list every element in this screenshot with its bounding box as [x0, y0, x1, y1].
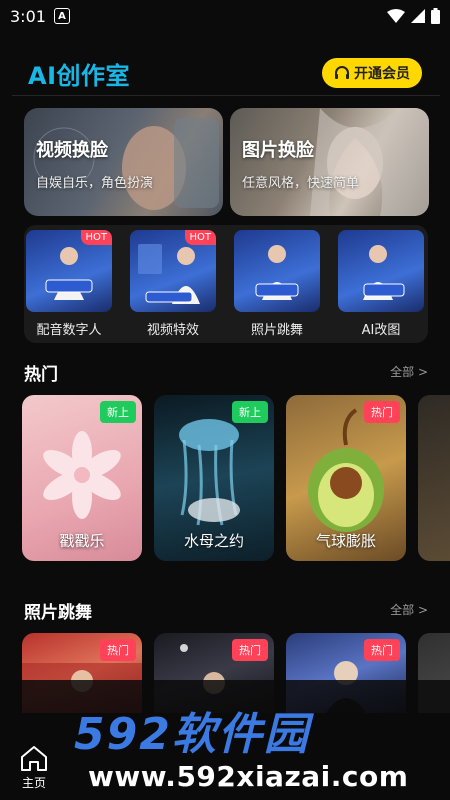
presenter-image — [363, 245, 405, 300]
tool-video-effects[interactable]: HOT 视频特效 — [130, 230, 216, 338]
bottom-nav: 主页 — [0, 740, 70, 800]
presenter-image — [255, 245, 299, 300]
tool-ai-edit[interactable]: AI改图 — [338, 230, 424, 338]
hot-card-name: 戳戳乐 — [59, 532, 105, 550]
anime-girl-image — [310, 108, 429, 216]
hot-card[interactable]: 热门 气球膨胀 — [286, 395, 406, 561]
hot-card[interactable]: 新上 水母之约 — [154, 395, 274, 561]
face-image — [33, 118, 219, 210]
home-icon — [21, 746, 47, 771]
hot-card[interactable]: 新上 戳戳乐 — [22, 395, 142, 561]
tool-video-effects-label: 视频特效 — [146, 323, 199, 338]
hot-badge: 热门 — [100, 639, 136, 661]
hot-card-name: 气球膨胀 — [315, 532, 376, 550]
tab-home-label: 主页 — [21, 776, 46, 790]
hot-badge: 热门 — [364, 401, 400, 423]
tool-ai-edit-label: AI改图 — [361, 323, 401, 338]
video-faceswap-subtitle: 自娱自乐，角色扮演 — [36, 176, 154, 191]
dance-see-all-link[interactable]: 全部 > — [390, 601, 428, 618]
hot-card-partial[interactable] — [418, 395, 450, 561]
vip-button-label: 开通会员 — [354, 66, 410, 82]
header-divider — [12, 95, 440, 96]
hot-see-all-link[interactable]: 全部 > — [390, 363, 428, 380]
headset-icon — [335, 66, 349, 79]
image-faceswap-subtitle: 任意风格，快速简单 — [242, 176, 360, 191]
new-badge: 新上 — [232, 401, 268, 423]
image-faceswap-card[interactable]: 图片换脸 任意风格，快速简单 — [230, 108, 429, 216]
tool-digital-human[interactable]: HOT 配音数字人 — [26, 230, 112, 338]
vip-button[interactable]: 开通会员 — [322, 58, 422, 88]
video-faceswap-title: 视频换脸 — [36, 140, 108, 161]
tools-row: HOT 配音数字人 HOT 视频特效 照片跳舞 AI改图 — [24, 225, 428, 343]
hot-badge: HOT — [80, 230, 112, 245]
hot-card-name: 水母之约 — [183, 532, 244, 550]
watermark-brand: 592软件园 — [74, 709, 310, 760]
hot-badge: 热门 — [232, 639, 268, 661]
battery-icon — [431, 8, 440, 24]
notification-icon: A — [53, 8, 70, 24]
hot-badge: 热门 — [364, 639, 400, 661]
status-time: 3:01 — [10, 6, 46, 26]
signal-icon — [411, 9, 425, 23]
hot-section-title: 热门 — [24, 365, 58, 385]
image-faceswap-title: 图片换脸 — [242, 140, 314, 161]
header: AI创作室 开通会员 — [0, 52, 450, 92]
video-faceswap-card[interactable]: 视频换脸 自娱自乐，角色扮演 — [24, 108, 223, 216]
hot-badge: HOT — [184, 230, 216, 245]
page-title: AI创作室 — [28, 62, 131, 90]
new-badge: 新上 — [100, 401, 136, 423]
tool-photo-dance-label: 照片跳舞 — [250, 323, 303, 338]
wifi-icon — [387, 9, 405, 23]
watermark-url: www.592xiazai.com — [88, 760, 409, 793]
tool-photo-dance[interactable]: 照片跳舞 — [234, 230, 320, 338]
tool-digital-human-label: 配音数字人 — [36, 323, 102, 338]
dance-section-title: 照片跳舞 — [24, 603, 92, 623]
tab-home[interactable]: 主页 — [14, 744, 54, 791]
status-bar: 3:01 A — [0, 0, 450, 32]
